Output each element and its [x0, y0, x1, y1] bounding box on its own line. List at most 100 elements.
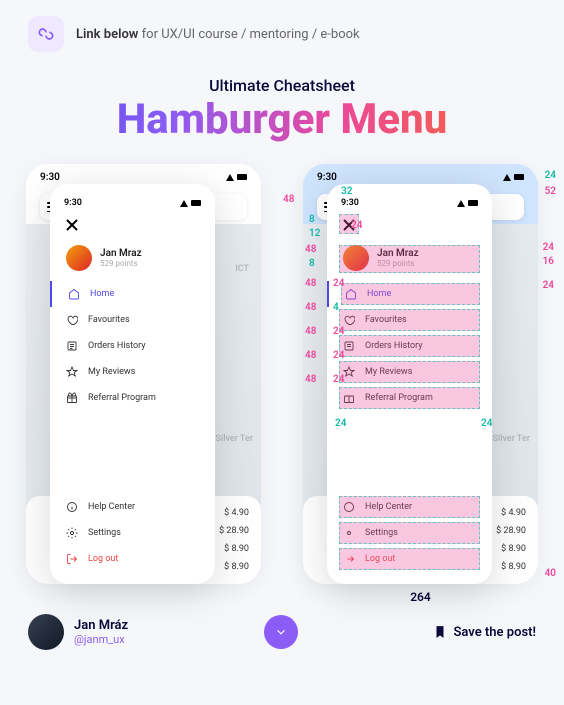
top-header: Link below for UX/UI course / mentoring … [0, 0, 564, 68]
menu-item-label: Help Center [88, 502, 135, 512]
menu-item-orders[interactable]: Orders History [327, 333, 492, 359]
menu-time: 9:30 [64, 198, 82, 208]
gear-icon [66, 527, 78, 539]
menu-item-home[interactable]: Home [327, 281, 492, 307]
save-post-label: Save the post! [453, 625, 536, 640]
annotation-4: 4 [333, 302, 339, 313]
battery-icon [191, 200, 201, 206]
side-menu-annotated: 9:30 Jan Mraz 529 points Home [327, 184, 492, 584]
menu-item-label: Home [90, 289, 114, 299]
annotation-g24: 24 [333, 374, 344, 385]
main-title: Hamburger Menu [0, 95, 564, 144]
annotation-52: 52 [545, 186, 556, 197]
link-rest: for UX/UI course / mentoring / e-book [138, 27, 359, 42]
author-handle: @janm_ux [74, 633, 128, 646]
status-icons [226, 174, 247, 181]
menu-item-label: Settings [88, 528, 121, 538]
phones-row: 9:30 Francisco 21... ICT Silver Ter [0, 164, 564, 604]
map-label-area: Silver Ter [492, 434, 530, 444]
menu-item-orders[interactable]: Orders History [50, 333, 215, 359]
annotation-d48: 48 [305, 302, 316, 313]
menu-item-settings[interactable]: Settings [327, 520, 492, 546]
menu-item-help[interactable]: Help Center [50, 494, 215, 520]
annotation-40: 40 [545, 568, 556, 579]
battery-icon [514, 174, 524, 180]
menu-item-favourites[interactable]: Favourites [327, 307, 492, 333]
bookmark-icon [433, 625, 447, 639]
annotation-32: 32 [341, 186, 352, 197]
right-phone-column: 9:30 Francisco 21... Silver Ter $ 4.90 $… [303, 164, 538, 604]
menu-footer: Help Center Settings Log out [50, 494, 215, 572]
menu-item-label: My Reviews [88, 367, 135, 377]
logout-icon [66, 553, 78, 565]
annotation-r24b: 24 [543, 280, 554, 291]
side-menu-panel: 9:30 Jan Mraz 529 points Home Favourites [50, 184, 215, 584]
profile-section[interactable]: Jan Mraz 529 points [50, 245, 215, 281]
menu-item-referral[interactable]: Referral Program [50, 385, 215, 411]
signal-icon [226, 174, 234, 181]
menu-status-bar: 9:30 [50, 198, 215, 208]
title-section: Ultimate Cheatsheet Hamburger Menu [0, 76, 564, 144]
annotation-24: 24 [545, 170, 556, 181]
home-icon [68, 288, 80, 300]
info-icon [66, 501, 78, 513]
menu-item-label: Favourites [88, 315, 130, 325]
link-bold: Link below [76, 27, 138, 42]
signal-icon [180, 200, 188, 207]
chevron-down-icon [274, 625, 288, 639]
annotation-gap24r: 24 [481, 418, 492, 429]
menu-item-settings[interactable]: Settings [50, 520, 215, 546]
logout-button[interactable]: Log out [327, 546, 492, 572]
annotation-g48: 48 [305, 374, 316, 385]
annotation-e48: 48 [305, 326, 316, 337]
menu-item-referral[interactable]: Referral Program [327, 385, 492, 411]
close-icon [66, 219, 78, 231]
menu-item-favourites[interactable]: Favourites [50, 307, 215, 333]
menu-item-label: Referral Program [88, 393, 156, 403]
footer: Jan Mráz @janm_ux Save the post! [0, 600, 564, 664]
signal-icon [503, 174, 511, 181]
subtitle: Ultimate Cheatsheet [0, 76, 564, 95]
status-time: 9:30 [40, 172, 60, 183]
annotation-c48: 48 [305, 278, 316, 289]
menu-item-reviews[interactable]: My Reviews [50, 359, 215, 385]
annotation-48: 48 [283, 194, 294, 205]
menu-item-help[interactable]: Help Center [327, 494, 492, 520]
logout-label: Log out [88, 554, 118, 564]
annotation-r24a: 24 [543, 242, 554, 253]
close-button[interactable] [50, 216, 215, 235]
annotation-gap24l: 24 [335, 418, 346, 429]
annotation-r16: 16 [543, 256, 554, 267]
author-name: Jan Mráz [74, 618, 128, 633]
user-points: 529 points [100, 259, 142, 268]
logo-icon[interactable] [28, 16, 64, 52]
menu-item-reviews[interactable]: My Reviews [327, 359, 492, 385]
battery-icon [237, 174, 247, 180]
annotation-e24: 24 [333, 326, 344, 337]
user-name: Jan Mraz [100, 248, 142, 259]
header-link-text[interactable]: Link below for UX/UI course / mentoring … [76, 27, 360, 42]
map-label-area: Silver Ter [215, 434, 253, 444]
annotation-f24: 24 [333, 350, 344, 361]
heart-icon [66, 314, 78, 326]
annotation-x24: 24 [351, 220, 362, 231]
annotation-c24: 24 [333, 278, 344, 289]
menu-item-home[interactable]: Home [50, 281, 215, 307]
logout-button[interactable]: Log out [50, 546, 215, 572]
scroll-down-button[interactable] [264, 615, 298, 649]
map-label-district: ICT [235, 264, 249, 274]
list-icon [66, 340, 78, 352]
save-post-button[interactable]: Save the post! [433, 625, 536, 640]
annotation-b48: 48 [305, 244, 316, 255]
left-phone-column: 9:30 Francisco 21... ICT Silver Ter [26, 164, 261, 604]
annotation-width: 264 [303, 590, 538, 604]
gift-icon [66, 392, 78, 404]
author-block[interactable]: Jan Mráz @janm_ux [28, 614, 128, 650]
annotation-12: 12 [309, 228, 320, 239]
status-time: 9:30 [317, 172, 337, 183]
annotation-f48: 48 [305, 350, 316, 361]
avatar [66, 245, 92, 271]
annotation-b8: 8 [309, 258, 315, 269]
annotation-8: 8 [309, 214, 315, 225]
author-avatar [28, 614, 64, 650]
